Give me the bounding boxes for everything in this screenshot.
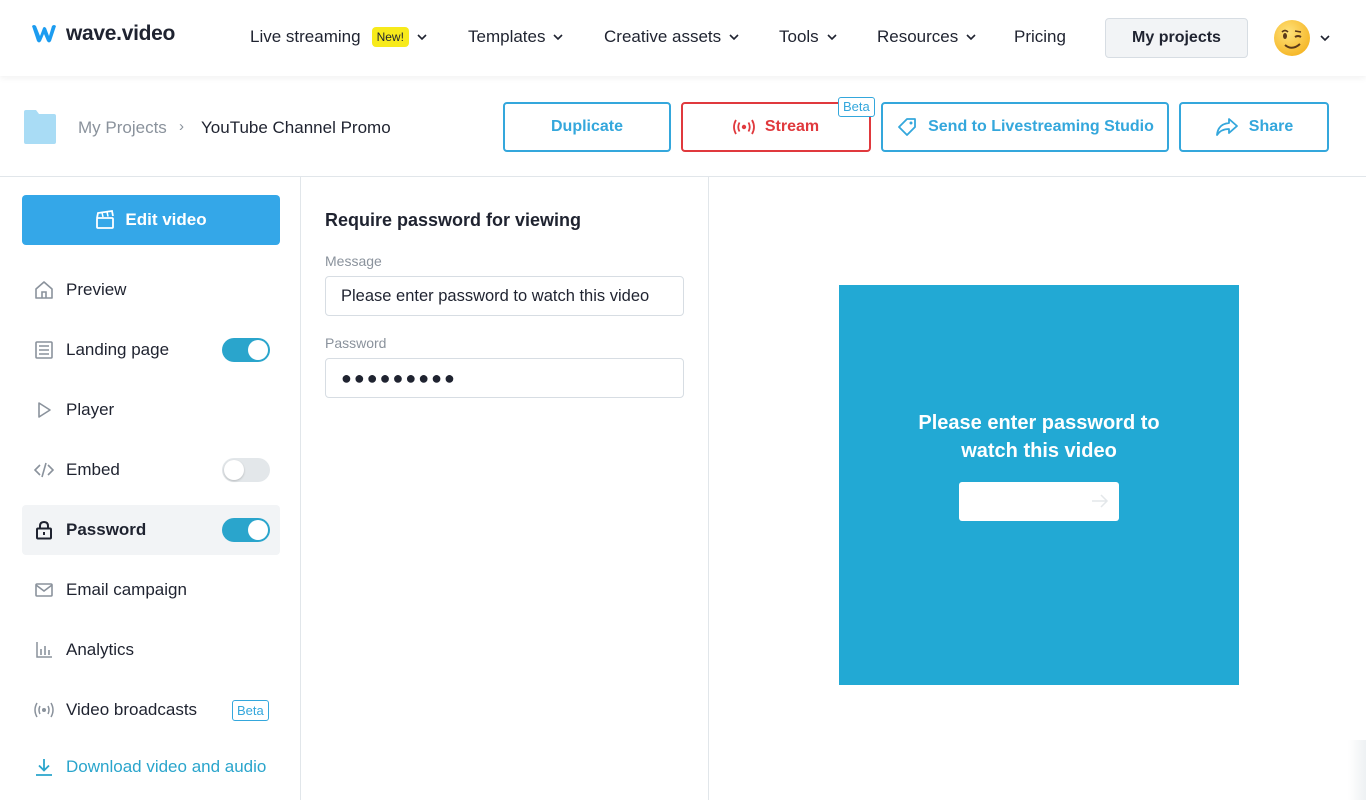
arrow-right-icon[interactable]	[1091, 493, 1109, 509]
sidebar-item-label: Password	[66, 520, 147, 539]
sidebar-item-label: Player	[66, 400, 115, 419]
embed-toggle[interactable]	[222, 458, 270, 482]
sidebar: Edit video Preview Landing page Player E…	[0, 177, 301, 800]
chevron-down-icon	[729, 34, 739, 41]
share-icon	[1215, 118, 1238, 136]
folder-icon	[24, 110, 56, 144]
home-icon	[35, 281, 53, 299]
preview-message: Please enter password to watch this vide…	[918, 412, 1160, 462]
download-label: Download video and audio	[66, 757, 267, 776]
nav-label: Resources	[877, 27, 959, 46]
project-action-bar: My Projects › YouTube Channel Promo Dupl…	[0, 76, 1366, 177]
beta-badge: Beta	[838, 97, 875, 117]
share-label: Share	[1248, 118, 1294, 135]
sidebar-item-embed[interactable]: Embed	[22, 445, 280, 495]
breadcrumb-separator: ›	[179, 118, 184, 135]
sidebar-item-label: Analytics	[66, 640, 135, 659]
sidebar-item-preview[interactable]: Preview	[22, 265, 280, 315]
page-icon	[35, 341, 53, 359]
wave-logo-icon	[32, 25, 56, 43]
message-label: Message	[325, 253, 382, 269]
preview-password-input[interactable]	[959, 482, 1119, 521]
password-preview: Please enter password to watch this vide…	[839, 285, 1239, 685]
nav-label: Templates	[468, 27, 546, 46]
nav-live-streaming[interactable]: Live streaming New!	[250, 27, 427, 47]
nav-resources[interactable]: Resources	[877, 27, 976, 47]
logo[interactable]: wave.video	[30, 22, 175, 46]
landing-page-toggle[interactable]	[222, 338, 270, 362]
nav-label: Pricing	[1014, 27, 1066, 46]
form-title: Require password for viewing	[325, 210, 582, 230]
sidebar-item-label: Preview	[66, 280, 127, 299]
password-label: Password	[325, 335, 387, 351]
clapperboard-icon	[96, 210, 115, 229]
password-field[interactable]: ●●●●●●●●●	[325, 358, 684, 398]
sidebar-item-label: Video broadcasts	[66, 700, 198, 719]
message-field[interactable]: Please enter password to watch this vide…	[325, 276, 684, 316]
sidebar-item-label: Email campaign	[66, 580, 187, 599]
mail-icon	[35, 583, 53, 597]
tag-icon	[898, 118, 916, 136]
send-to-livestreaming-studio-button[interactable]: Send to Livestreaming Studio	[881, 102, 1169, 152]
play-icon	[38, 402, 51, 418]
download-video-audio-link[interactable]: Download video and audio	[34, 757, 266, 777]
breadcrumb-root[interactable]: My Projects	[78, 118, 167, 138]
nav-tools[interactable]: Tools	[779, 27, 837, 47]
send-studio-label: Send to Livestreaming Studio	[928, 118, 1154, 135]
new-badge: New!	[371, 27, 409, 47]
nav-pricing[interactable]: Pricing	[1014, 27, 1066, 47]
nav-label: Tools	[779, 27, 819, 46]
password-settings-pane: Require password for viewing Message Ple…	[302, 177, 709, 800]
share-button[interactable]: Share	[1179, 102, 1329, 152]
page-corner	[1348, 740, 1366, 800]
chevron-down-icon[interactable]	[1320, 33, 1330, 43]
sidebar-item-password[interactable]: Password	[22, 505, 280, 555]
chevron-down-icon	[417, 34, 427, 41]
nav-creative-assets[interactable]: Creative assets	[604, 27, 739, 47]
toggle-knob	[248, 340, 268, 360]
bar-chart-icon	[36, 642, 52, 658]
duplicate-label: Duplicate	[550, 118, 623, 135]
sidebar-item-email-campaign[interactable]: Email campaign	[22, 565, 280, 615]
breadcrumb-current: YouTube Channel Promo	[201, 118, 391, 137]
toggle-knob	[248, 520, 268, 540]
stream-label: Stream	[764, 118, 820, 135]
sidebar-item-analytics[interactable]: Analytics	[22, 625, 280, 675]
top-navigation: wave.video Live streaming New! Templates…	[0, 0, 1366, 76]
sidebar-item-label: Landing page	[66, 340, 170, 359]
chevron-down-icon	[553, 34, 564, 41]
nav-label: Creative assets	[604, 27, 722, 46]
toggle-knob	[224, 460, 244, 480]
nav-templates[interactable]: Templates	[468, 27, 564, 47]
edit-video-button[interactable]: Edit video	[22, 195, 280, 245]
sidebar-item-label: Embed	[66, 460, 120, 479]
beta-badge: Beta	[232, 699, 269, 721]
avatar[interactable]	[1273, 19, 1311, 57]
nav-label: Live streaming	[250, 27, 361, 46]
broadcast-icon	[34, 702, 54, 718]
logo-text: wave.video	[66, 22, 176, 45]
edit-video-label: Edit video	[125, 210, 207, 229]
sidebar-item-player[interactable]: Player	[22, 385, 280, 435]
code-icon	[34, 462, 54, 478]
password-toggle[interactable]	[222, 518, 270, 542]
my-projects-button[interactable]: My projects	[1105, 18, 1248, 58]
download-icon	[36, 759, 52, 776]
duplicate-button[interactable]: Duplicate	[503, 102, 671, 152]
lock-icon	[36, 520, 52, 540]
chevron-down-icon	[827, 34, 837, 41]
sidebar-item-video-broadcasts[interactable]: Video broadcasts Beta	[22, 685, 280, 735]
chevron-down-icon	[966, 34, 976, 41]
sidebar-item-landing-page[interactable]: Landing page	[22, 325, 280, 375]
broadcast-icon	[732, 119, 755, 135]
